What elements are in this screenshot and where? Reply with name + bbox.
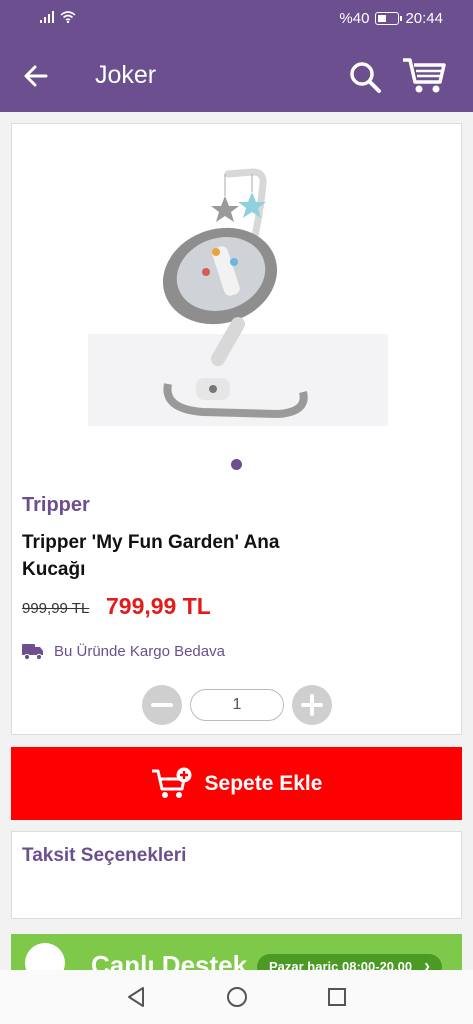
increase-quantity-button[interactable] [292, 685, 332, 725]
quantity-stepper [142, 685, 332, 725]
battery-icon [375, 12, 403, 25]
nav-home-icon[interactable] [225, 985, 249, 1009]
shipping-text: Bu Üründe Kargo Bedava [54, 642, 225, 660]
product-name: Tripper 'My Fun Garden' Ana Kucağı [22, 532, 280, 580]
decrease-quantity-button[interactable] [142, 685, 182, 725]
system-nav-bar [0, 970, 473, 1024]
carousel-dot[interactable] [231, 459, 242, 470]
add-to-cart-label: Sepete Ekle [204, 771, 323, 795]
app-bar: Joker [0, 38, 473, 112]
cart-plus-icon [151, 767, 192, 798]
product-brand[interactable]: Tripper [22, 494, 90, 517]
live-support-banner[interactable]: Canlı Destek Pazar hariç 08:00-20.00 [11, 934, 462, 970]
page-title: Joker [95, 61, 157, 89]
nav-recents-icon[interactable] [325, 985, 349, 1009]
battery-percent: %40 [339, 10, 370, 27]
quantity-input[interactable] [190, 689, 284, 721]
search-icon[interactable] [348, 60, 382, 94]
truck-icon [22, 644, 43, 660]
live-support-label: Canlı Destek [91, 950, 248, 970]
clock: 20:44 [405, 10, 443, 27]
installments-title: Taksit Seçenekleri [22, 845, 187, 866]
free-shipping-info: Bu Üründe Kargo Bedava [22, 642, 225, 660]
arrow-left-icon[interactable] [20, 60, 52, 92]
status-bar: %40 20:44 [0, 0, 473, 38]
add-to-cart-button[interactable]: Sepete Ekle [11, 747, 462, 820]
phone-icon [25, 943, 65, 970]
signal-icon [40, 11, 54, 23]
installments-section[interactable]: Taksit Seçenekleri [11, 831, 462, 919]
nav-back-icon[interactable] [124, 985, 148, 1009]
signal-wifi-group [40, 11, 76, 23]
wifi-icon [60, 11, 76, 23]
cart-icon[interactable] [402, 56, 446, 96]
current-price: 799,99 TL [106, 593, 211, 619]
baby-bouncer-image[interactable] [88, 154, 388, 426]
product-card: Tripper Tripper 'My Fun Garden' Ana Kuca… [11, 123, 462, 735]
old-price: 999,99 TL [22, 600, 90, 617]
battery-fill [378, 15, 387, 22]
support-hours: Pazar hariç 08:00-20.00 [257, 953, 443, 970]
